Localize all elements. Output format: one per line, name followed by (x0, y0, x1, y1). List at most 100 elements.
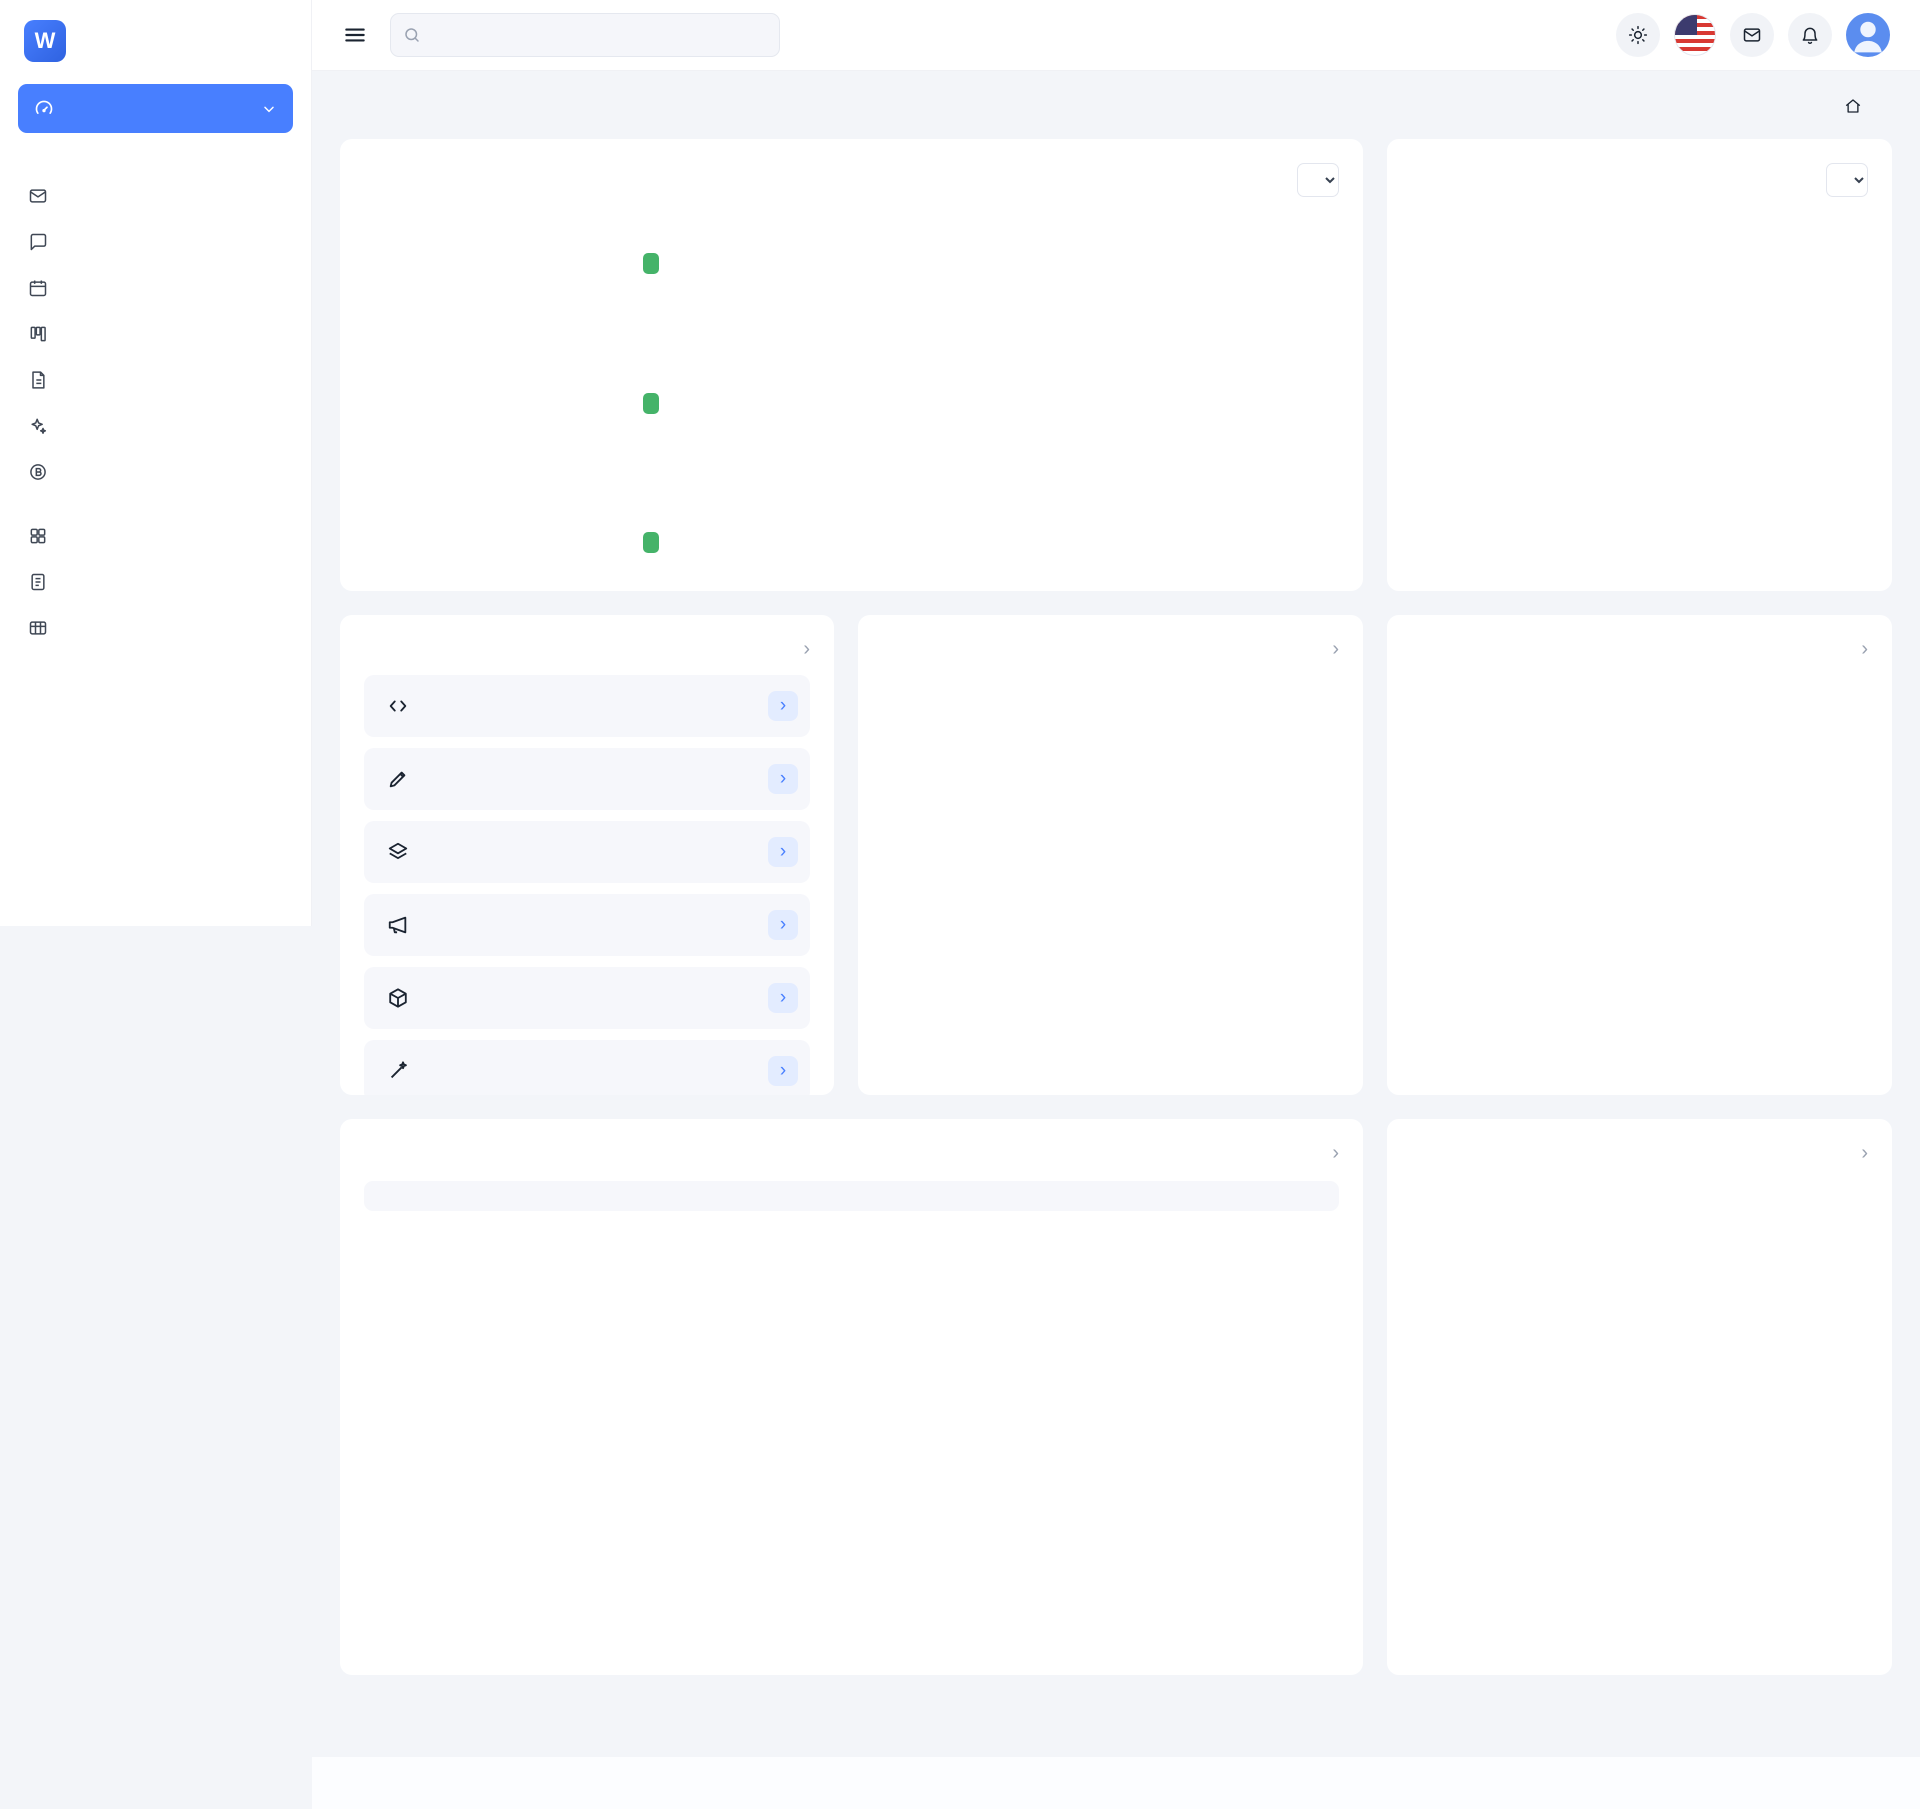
chat-icon (28, 232, 48, 252)
bell-icon (1800, 25, 1820, 45)
category-open-button[interactable]: › (768, 691, 798, 721)
traffic-legend (1411, 563, 1868, 567)
sparkle-icon (28, 416, 48, 436)
sidebar-item-calendar[interactable] (18, 265, 293, 311)
theme-toggle-button[interactable] (1616, 13, 1660, 57)
layers-icon (376, 830, 420, 874)
forms-icon (28, 572, 48, 592)
breadcrumb (1844, 97, 1892, 115)
enrollment-area-chart (708, 223, 1339, 553)
category-open-button[interactable]: › (768, 1056, 798, 1086)
coin-icon (28, 462, 48, 482)
chevron-right-icon: › (1861, 639, 1868, 659)
page-content: $ (312, 71, 1920, 1699)
view-all-instructors-link[interactable]: › (1328, 639, 1339, 659)
enrollment-overview-card: $ (340, 139, 1363, 591)
stat-overall-revenue: $ (364, 442, 684, 567)
view-all-activity-link[interactable]: › (1857, 1143, 1868, 1163)
category-row-web-development[interactable]: › (364, 675, 810, 737)
sidebar-item-ai-application[interactable] (18, 403, 293, 449)
stat-badge (643, 393, 659, 414)
course-activity-card: › (1387, 1119, 1892, 1675)
dashboard-submenu (18, 141, 293, 155)
play-icon (382, 317, 430, 365)
sidebar-item-chat[interactable] (18, 219, 293, 265)
category-row-3d-illustration[interactable]: › (364, 967, 810, 1029)
code-icon (376, 684, 420, 728)
sidebar-item-dashboard[interactable] (18, 84, 293, 133)
course-activity-bar-chart (1411, 1191, 1868, 1611)
category-open-button[interactable]: › (768, 764, 798, 794)
messages-button[interactable] (1730, 13, 1774, 57)
sidebar-item-tables[interactable] (18, 605, 293, 651)
traffic-period-select[interactable] (1826, 163, 1868, 197)
search-box (390, 13, 780, 57)
wand-icon (376, 1049, 420, 1093)
category-open-button[interactable]: › (768, 983, 798, 1013)
chevron-right-icon: › (1332, 1143, 1339, 1163)
dollar-icon: $ (382, 457, 430, 505)
users-icon (382, 178, 430, 226)
calendar-icon (28, 278, 48, 298)
footer (312, 1757, 1920, 1809)
kanban-icon (28, 324, 48, 344)
category-row-logo-design[interactable]: › (364, 1040, 810, 1095)
sidebar-item-crypto-currency[interactable] (18, 449, 293, 495)
sidebar: W (0, 0, 312, 926)
stat-total-students (364, 163, 684, 288)
legend-dot-paid (984, 207, 994, 217)
category-open-button[interactable]: › (768, 910, 798, 940)
sidebar-item-kanban[interactable] (18, 311, 293, 357)
top-instructors-card: › (858, 615, 1363, 1095)
main-area: $ (312, 0, 1920, 1809)
category-open-button[interactable]: › (768, 837, 798, 867)
view-all-courses-link[interactable]: › (1328, 1143, 1339, 1163)
category-row-digital-marketing[interactable]: › (364, 894, 810, 956)
traffic-sources-card (1387, 139, 1892, 591)
category-list: › › › › (364, 675, 810, 1095)
activity-legend (1411, 1177, 1868, 1187)
pen-icon (376, 757, 420, 801)
category-row-uiux-design[interactable]: › (364, 821, 810, 883)
stat-total-courses (364, 302, 684, 427)
sidebar-item-components[interactable] (18, 513, 293, 559)
legend-dot-paid (1602, 1177, 1612, 1187)
invoice-icon (28, 370, 48, 390)
user-avatar[interactable] (1846, 13, 1890, 57)
chevron-right-icon: › (1861, 1143, 1868, 1163)
sidebar-item-forms[interactable] (18, 559, 293, 605)
sidebar-item-invoice[interactable] (18, 357, 293, 403)
sidebar-item-email[interactable] (18, 173, 293, 219)
home-icon (1844, 97, 1862, 115)
courses-card: › (340, 1119, 1363, 1675)
courses-table-header (364, 1181, 1339, 1211)
legend-dot-free (1038, 207, 1048, 217)
menu-toggle-button[interactable] (342, 22, 368, 48)
brand-logo[interactable]: W (18, 0, 293, 84)
chevron-right-icon: › (1332, 639, 1339, 659)
students-progress-card: › (1387, 615, 1892, 1095)
enrollment-legend (708, 207, 1339, 217)
section-label-ui-elements (18, 495, 293, 513)
table-icon (28, 618, 48, 638)
enrollment-chart-area (708, 163, 1339, 567)
chevron-right-icon: › (803, 639, 810, 659)
traffic-donut-chart (1516, 256, 1764, 504)
courses-table (364, 1181, 1339, 1211)
enrollment-period-select[interactable] (1297, 163, 1339, 197)
cube-icon (376, 976, 420, 1020)
view-all-categories-link[interactable]: › (799, 639, 810, 659)
components-icon (28, 526, 48, 546)
stat-badge (643, 532, 659, 553)
search-input[interactable] (390, 13, 780, 57)
stat-tiles: $ (364, 163, 684, 567)
notifications-button[interactable] (1788, 13, 1832, 57)
sun-icon (1628, 25, 1648, 45)
stat-badge (643, 253, 659, 274)
legend-dot-free (1652, 1177, 1662, 1187)
view-all-progress-link[interactable]: › (1857, 639, 1868, 659)
mail-icon (1742, 25, 1762, 45)
top-categories-card: › › › › (340, 615, 834, 1095)
category-row-graphic-design[interactable]: › (364, 748, 810, 810)
language-flag-button[interactable] (1674, 14, 1716, 56)
